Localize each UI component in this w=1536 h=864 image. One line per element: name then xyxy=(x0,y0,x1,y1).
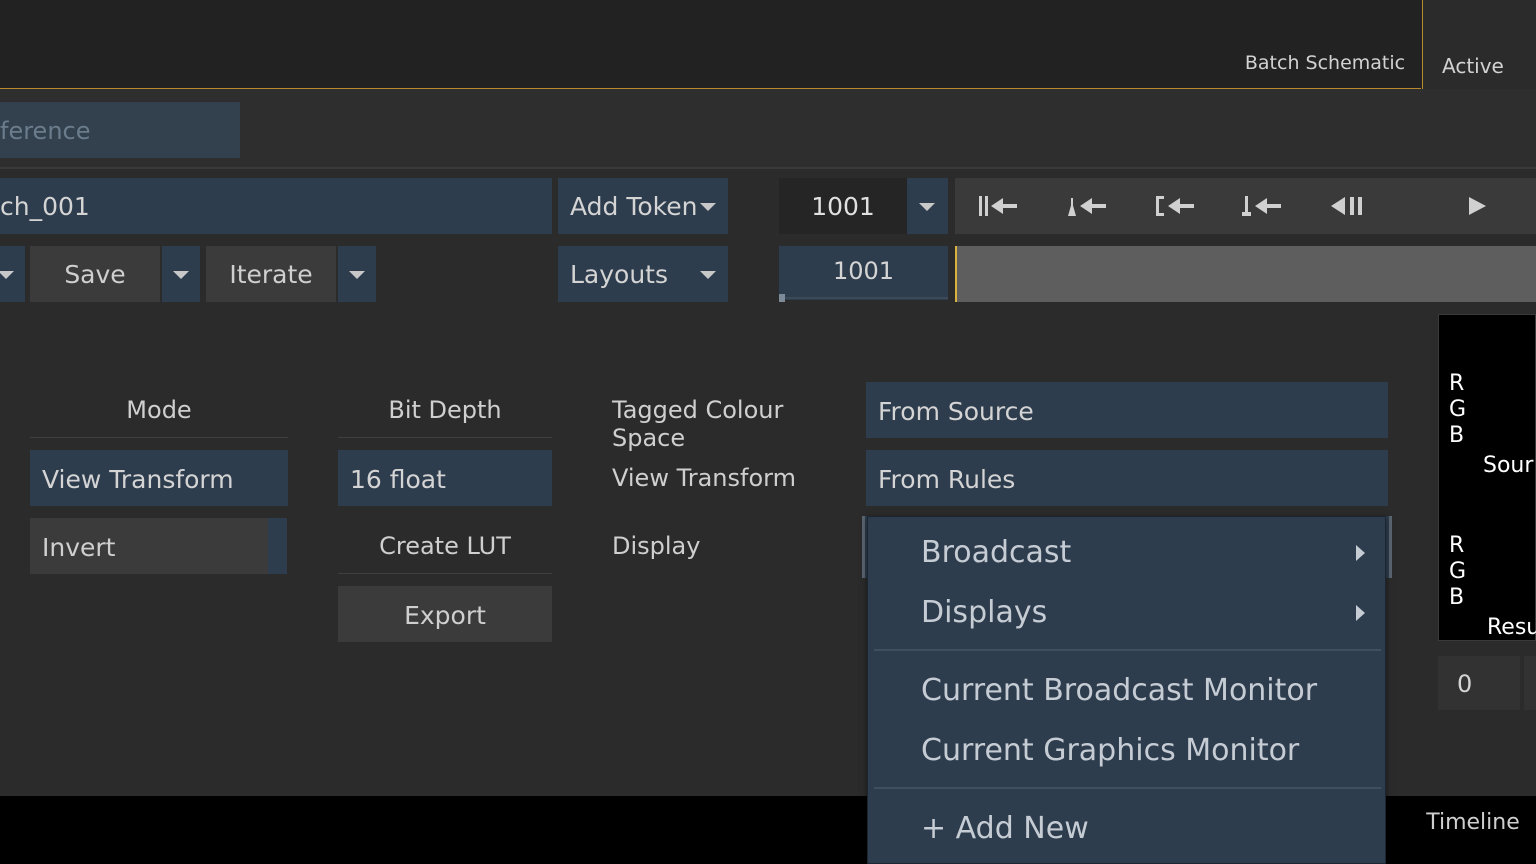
save-options-dropdown[interactable] xyxy=(162,246,200,302)
r-label: R xyxy=(1449,533,1465,558)
menu-item-broadcast[interactable]: Broadcast xyxy=(868,525,1387,581)
rgb-bottom-labels: R G B xyxy=(1449,533,1469,611)
menu-item-current-graphics-monitor[interactable]: Current Graphics Monitor xyxy=(868,723,1387,779)
view-transform-label: View Transform xyxy=(612,464,796,492)
menu-divider xyxy=(874,649,1381,651)
current-frame-field[interactable]: 1001 xyxy=(779,178,907,234)
chevron-down-icon xyxy=(349,271,365,279)
display-dropdown-menu: Broadcast Displays Current Broadcast Mon… xyxy=(867,516,1386,864)
step-back-icon[interactable] xyxy=(1326,190,1374,222)
b-label: B xyxy=(1449,423,1465,448)
tab-active[interactable]: Active xyxy=(1422,0,1536,89)
invert-indicator[interactable] xyxy=(268,518,287,574)
menu-item-label: Displays xyxy=(921,595,1048,630)
layouts-label: Layouts xyxy=(570,260,669,289)
chevron-down-icon xyxy=(919,203,935,211)
result-label: Resu xyxy=(1487,615,1536,640)
chevron-down-icon xyxy=(700,203,716,211)
r-label: R xyxy=(1449,371,1465,396)
menu-item-label: Broadcast xyxy=(921,535,1072,570)
create-lut-label: Create LUT xyxy=(338,532,552,574)
value-field-partial[interactable] xyxy=(1524,656,1536,710)
colour-viewer: R G B Sour R G B Resu xyxy=(1438,314,1536,641)
previous-keyframe-icon[interactable] xyxy=(1062,190,1110,222)
g-label: G xyxy=(1449,559,1467,584)
chevron-down-icon xyxy=(700,271,716,279)
tagged-colour-space-label: Tagged Colour Space xyxy=(612,396,784,452)
batch-name-field[interactable]: ch_001 xyxy=(0,178,552,234)
source-label: Sour xyxy=(1483,453,1534,478)
menu-item-current-broadcast-monitor[interactable]: Current Broadcast Monitor xyxy=(868,663,1387,719)
tagged-colour-space-select[interactable]: From Source xyxy=(866,382,1388,438)
timeline-cursor[interactable] xyxy=(955,246,957,302)
chevron-down-icon xyxy=(173,271,189,279)
rgb-top-labels: R G B xyxy=(1449,371,1469,449)
range-track xyxy=(785,297,948,299)
add-token-button[interactable]: Add Token xyxy=(558,178,728,234)
tab-timeline[interactable]: Timeline xyxy=(1410,810,1536,844)
export-button[interactable]: Export xyxy=(338,586,552,642)
divider xyxy=(0,167,1536,169)
menu-item-displays[interactable]: Displays xyxy=(868,585,1387,641)
mode-select[interactable]: View Transform xyxy=(30,450,288,506)
add-token-label: Add Token xyxy=(570,192,698,221)
go-to-start-icon[interactable] xyxy=(973,190,1021,222)
bit-depth-select[interactable]: 16 float xyxy=(338,450,552,506)
view-transform-select[interactable]: From Rules xyxy=(866,450,1388,506)
previous-marker-icon[interactable] xyxy=(1237,190,1285,222)
mode-label: Mode xyxy=(30,396,288,438)
save-button[interactable]: Save xyxy=(30,246,160,302)
chevron-right-icon xyxy=(1356,545,1365,561)
layouts-button[interactable]: Layouts xyxy=(558,246,728,302)
range-frame-field[interactable]: 1001 xyxy=(779,246,948,300)
go-to-in-point-icon[interactable] xyxy=(1150,190,1198,222)
chevron-right-icon xyxy=(1356,605,1365,621)
bit-depth-label: Bit Depth xyxy=(338,396,552,438)
play-icon[interactable] xyxy=(1454,190,1502,222)
menu-divider xyxy=(874,787,1381,789)
g-label: G xyxy=(1449,397,1467,422)
menu-item-add-new[interactable]: + Add New xyxy=(868,801,1387,857)
value-field[interactable]: 0 xyxy=(1438,656,1520,710)
reference-field[interactable]: ference xyxy=(0,102,240,158)
b-label: B xyxy=(1449,585,1465,610)
tab-batch-schematic[interactable]: Batch Schematic xyxy=(1230,52,1420,80)
chevron-down-icon xyxy=(0,271,14,279)
invert-toggle[interactable]: Invert xyxy=(30,518,268,574)
partial-dropdown-button[interactable] xyxy=(0,246,25,302)
display-label: Display xyxy=(612,532,701,560)
iterate-button[interactable]: Iterate xyxy=(206,246,336,302)
frame-dropdown[interactable] xyxy=(907,178,948,234)
iterate-options-dropdown[interactable] xyxy=(338,246,376,302)
timeline-scrubber[interactable] xyxy=(955,246,1536,302)
